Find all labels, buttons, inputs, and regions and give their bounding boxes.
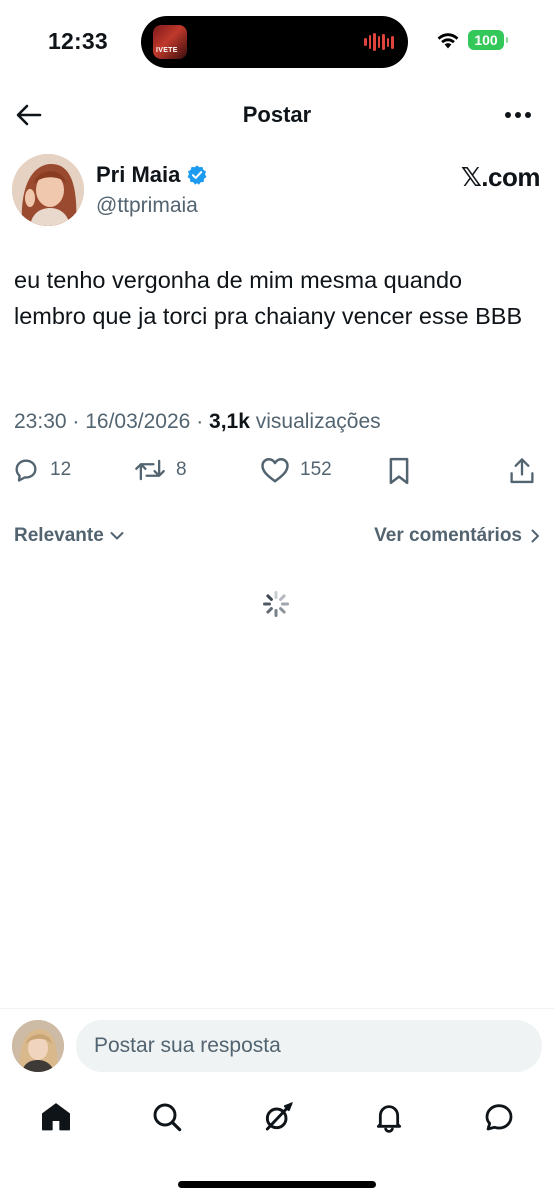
search-icon	[153, 1103, 182, 1132]
messages-icon	[485, 1104, 513, 1131]
bookmark-icon	[389, 457, 409, 485]
tab-messages[interactable]	[482, 1100, 516, 1134]
audio-waveform-icon	[364, 32, 395, 52]
reply-count: 12	[50, 459, 72, 480]
post-date[interactable]: 16/03/2026	[85, 410, 190, 433]
tab-grok[interactable]	[261, 1100, 295, 1134]
bookmark-button[interactable]	[386, 456, 412, 486]
home-indicator[interactable]	[178, 1181, 376, 1188]
share-icon	[510, 458, 534, 484]
status-bar: 12:33 IVETE 100	[0, 0, 554, 84]
post-author: Pri Maia @ttprimaia 𝕏.com	[12, 154, 542, 228]
post-meta: 23:30 · 16/03/2026 · 3,1k visualizações	[14, 410, 381, 433]
repost-icon	[135, 459, 165, 481]
chevron-down-icon	[110, 532, 124, 540]
status-time: 12:33	[48, 28, 108, 54]
replies-filter-row: Relevante Ver comentários	[14, 522, 540, 552]
like-count: 152	[300, 459, 332, 480]
divider	[0, 1008, 554, 1009]
top-navigation: Postar	[0, 90, 554, 140]
like-button[interactable]: 152	[260, 456, 332, 484]
view-count: 3,1k	[209, 410, 250, 433]
repost-count: 8	[176, 459, 187, 480]
tab-search[interactable]	[150, 1100, 184, 1134]
more-options-button[interactable]	[502, 102, 534, 128]
post-time[interactable]: 23:30	[14, 410, 67, 433]
sort-dropdown[interactable]: Relevante	[14, 525, 124, 547]
sort-label: Relevante	[14, 525, 104, 546]
user-avatar[interactable]	[12, 1020, 64, 1072]
user-photo	[12, 1020, 64, 1072]
loading-spinner-icon	[263, 591, 289, 617]
wifi-icon	[437, 33, 459, 49]
tab-home[interactable]	[39, 1100, 73, 1134]
status-indicators: 100	[436, 30, 508, 50]
share-button[interactable]	[508, 456, 536, 486]
verified-badge-icon	[187, 165, 207, 185]
bell-icon	[376, 1105, 402, 1133]
view-comments-link[interactable]: Ver comentários	[374, 525, 540, 547]
view-comments-label: Ver comentários	[374, 525, 522, 546]
home-icon	[42, 1103, 70, 1131]
author-name-text: Pri Maia	[96, 162, 181, 187]
post-actions: 12 8 152	[10, 456, 544, 496]
chevron-right-icon	[531, 529, 539, 543]
artwork-text: IVETE	[156, 47, 178, 54]
heart-icon	[261, 458, 289, 483]
author-name[interactable]: Pri Maia	[96, 162, 208, 188]
reply-placeholder: Postar sua resposta	[94, 1034, 281, 1057]
reply-button[interactable]: 12	[12, 456, 71, 484]
reply-icon	[15, 459, 37, 482]
post-text: eu tenho vergonha de mim mesma quando le…	[14, 267, 523, 329]
bottom-tab-bar	[0, 1094, 554, 1144]
x-com-watermark: 𝕏.com	[460, 162, 541, 192]
grok-icon	[265, 1102, 293, 1131]
page-title: Postar	[242, 102, 312, 127]
author-handle[interactable]: @ttprimaia	[96, 194, 198, 218]
repost-button[interactable]: 8	[134, 456, 187, 484]
author-photo	[12, 154, 84, 226]
battery-indicator: 100	[468, 30, 508, 50]
reply-input[interactable]: Postar sua resposta	[76, 1020, 542, 1072]
author-avatar[interactable]	[12, 154, 84, 226]
views-label: visualizações	[255, 410, 381, 433]
tab-notifications[interactable]	[372, 1100, 406, 1134]
more-horizontal-icon	[505, 112, 531, 118]
reply-composer: Postar sua resposta	[12, 1020, 542, 1074]
now-playing-artwork: IVETE	[153, 25, 187, 59]
dynamic-island[interactable]: IVETE	[141, 16, 408, 68]
